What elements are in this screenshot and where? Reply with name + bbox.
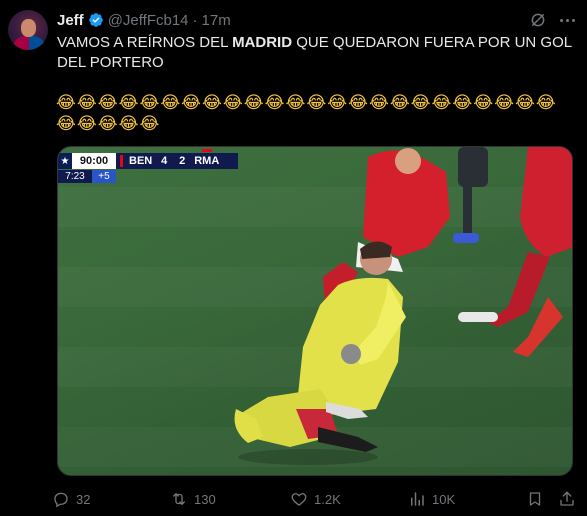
like-count: 1.2K (314, 491, 341, 507)
bookmark-icon (529, 492, 541, 506)
tweet-emojis: 😂😂😂😂😂😂😂😂😂😂😂😂😂😂😂😂😂😂😂😂😂😂😂😂😂😂😂😂😂 (56, 93, 557, 134)
share-button[interactable] (558, 488, 576, 510)
share-icon (560, 491, 574, 506)
views-icon (411, 492, 424, 506)
bookmark-button[interactable] (526, 488, 544, 510)
match-clock: 90:00 (72, 153, 116, 169)
tweet-header: Jeff @JeffFcb14 · 17m (57, 10, 231, 30)
tweet-text: VAMOS A REÍRNOS DEL MADRID QUE QUEDARON … (57, 33, 572, 73)
tweet-text-bold: MADRID (232, 34, 293, 51)
timestamp[interactable]: 17m (202, 12, 231, 29)
action-bar: 32 130 1.2K 10K (52, 488, 582, 510)
match-scene (234, 147, 572, 465)
score-line: BEN 4 2 RMA (116, 149, 238, 169)
repost-icon (173, 493, 185, 505)
added-time: 7:23 (58, 170, 92, 183)
views-count: 10K (432, 491, 456, 507)
home-score: 4 (161, 155, 168, 167)
views-button[interactable]: 10K (408, 488, 455, 510)
away-team: RMA (194, 155, 220, 167)
like-icon (291, 493, 307, 506)
tweet-text-part: VAMOS A REÍRNOS DEL (57, 34, 233, 51)
extra-time: +5 (92, 170, 116, 183)
separator-dot: · (192, 11, 198, 29)
tweet-media[interactable]: ★ 90:00 BEN 4 2 RMA 7:23 +5 (57, 146, 573, 476)
more-icon[interactable] (556, 12, 578, 28)
display-name[interactable]: Jeff (57, 12, 84, 29)
away-score: 2 (179, 155, 186, 167)
competition-logo-icon: ★ (58, 153, 72, 169)
repost-count: 130 (194, 491, 216, 507)
away-color-marker (202, 149, 212, 152)
tweet[interactable]: Jeff @JeffFcb14 · 17m VAMOS A REÍRNOS DE… (0, 0, 587, 516)
reply-button[interactable]: 32 (52, 488, 90, 510)
home-color-marker (120, 155, 123, 167)
reply-icon (54, 492, 68, 508)
home-team: BEN (129, 155, 153, 167)
grok-icon[interactable] (529, 11, 547, 29)
verified-badge-icon (88, 13, 103, 27)
reply-count: 32 (76, 491, 91, 507)
avatar[interactable] (8, 10, 48, 50)
repost-button[interactable]: 130 (170, 488, 216, 510)
like-button[interactable]: 1.2K (290, 488, 341, 510)
author-handle[interactable]: @JeffFcb14 (108, 12, 189, 29)
